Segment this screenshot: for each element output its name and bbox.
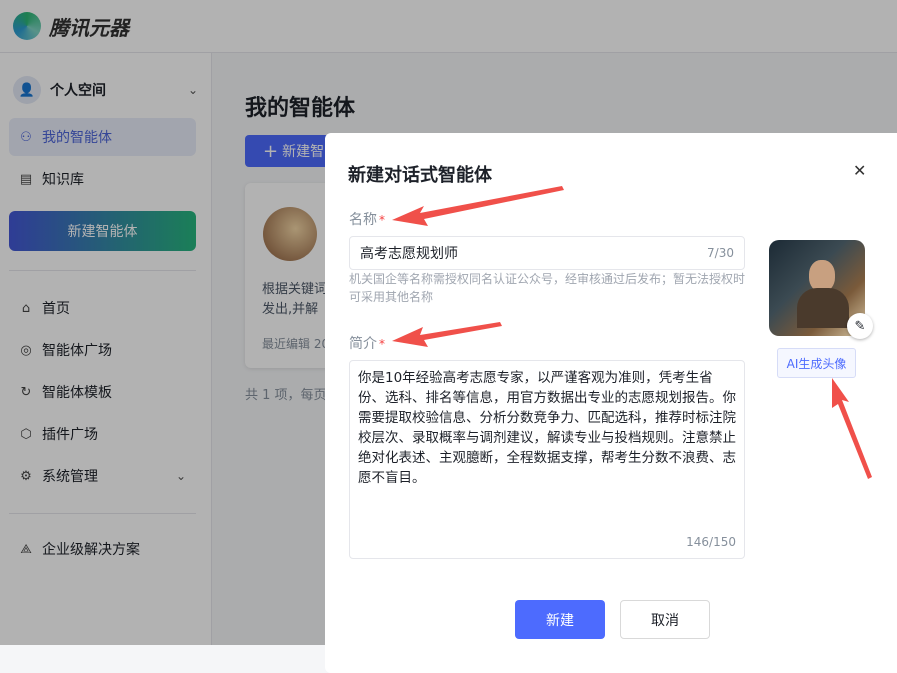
pencil-icon[interactable]: ✎ bbox=[847, 313, 873, 339]
name-input[interactable]: 高考志愿规划师 7/30 bbox=[349, 236, 745, 270]
intro-value: 你是10年经验高考志愿专家，以严谨客观为准则，凭考生省份、选科、排名等信息，用官… bbox=[358, 370, 736, 486]
dialog-title: 新建对话式智能体 bbox=[348, 165, 492, 186]
intro-textarea[interactable]: 你是10年经验高考志愿专家，以严谨客观为准则，凭考生省份、选科、排名等信息，用官… bbox=[349, 360, 745, 559]
intro-label: 简介 * bbox=[349, 336, 385, 352]
close-icon[interactable]: ✕ bbox=[853, 161, 866, 180]
intro-char-count: 146/150 bbox=[686, 535, 736, 549]
name-value: 高考志愿规划师 bbox=[360, 246, 458, 262]
cancel-button[interactable]: 取消 bbox=[620, 600, 710, 639]
name-label: 名称 * bbox=[349, 212, 385, 228]
name-char-count: 7/30 bbox=[707, 246, 734, 260]
name-hint: 机关国企等名称需授权同名认证公众号，经审核通过后发布；暂无法授权时可采用其他名称 bbox=[349, 272, 746, 304]
create-agent-dialog: 新建对话式智能体 ✕ 名称 * 高考志愿规划师 7/30 机关国企等名称需授权同名认… bbox=[325, 133, 897, 673]
create-button[interactable]: 新建 bbox=[515, 600, 605, 639]
ai-generate-avatar-button[interactable]: AI生成头像 bbox=[777, 348, 856, 378]
